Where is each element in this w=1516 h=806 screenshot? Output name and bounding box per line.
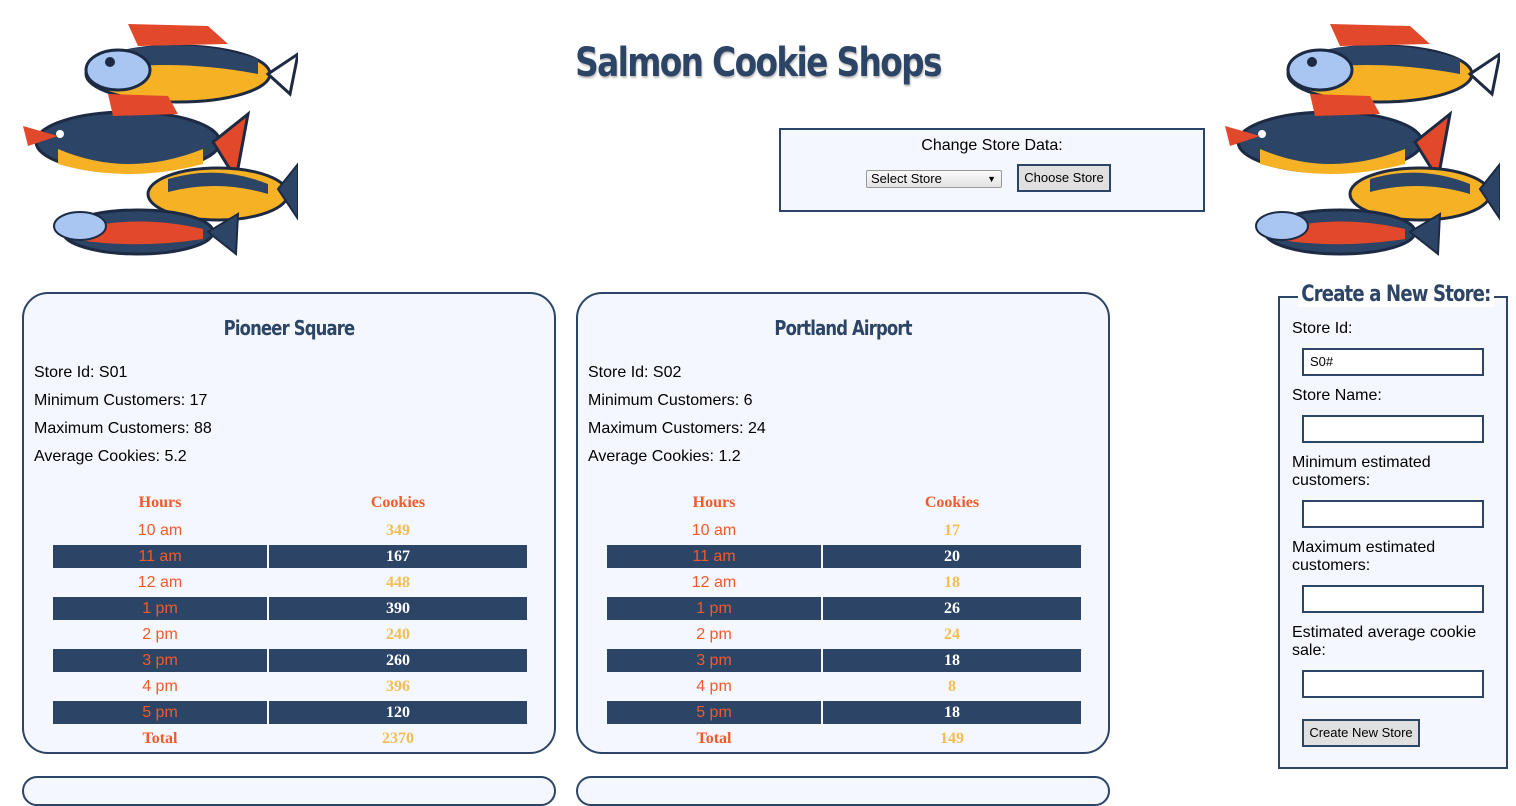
cookies-cell: 24 bbox=[944, 626, 960, 643]
store-card-partial bbox=[22, 776, 556, 806]
total-label: Total bbox=[142, 730, 178, 747]
hour-cell: 3 pm bbox=[53, 649, 267, 672]
hour-cell: 1 pm bbox=[607, 597, 821, 620]
cookies-cell: 26 bbox=[823, 597, 1081, 620]
hour-cell: 2 pm bbox=[696, 626, 732, 643]
table-row: 4 pm 396 bbox=[53, 674, 529, 700]
sales-table: Hours Cookies 10 am 349 11 am 167 12 am 448… bbox=[53, 494, 529, 752]
table-row: 12 am 18 bbox=[607, 570, 1083, 596]
cookies-cell: 167 bbox=[269, 545, 527, 568]
hour-cell: 10 am bbox=[137, 522, 183, 539]
hours-header: Hours bbox=[692, 494, 736, 511]
hour-cell: 12 am bbox=[691, 574, 737, 591]
store-name-input[interactable] bbox=[1302, 415, 1484, 443]
cookies-cell: 240 bbox=[386, 626, 410, 643]
store-id-line: Store Id: S01 bbox=[34, 364, 128, 381]
table-row: 1 pm 390 bbox=[53, 596, 529, 622]
sales-table: Hours Cookies 10 am 17 11 am 20 12 am 18 1 … bbox=[607, 494, 1083, 752]
hour-cell: 2 pm bbox=[142, 626, 178, 643]
hour-cell: 5 pm bbox=[53, 701, 267, 724]
store-id-line: Store Id: S02 bbox=[588, 364, 682, 381]
cookies-cell: 18 bbox=[944, 574, 960, 591]
max-customers-label: Maximum estimated customers: bbox=[1292, 539, 1436, 574]
cookies-cell: 396 bbox=[386, 678, 410, 695]
min-customers-line: Minimum Customers: 6 bbox=[588, 392, 753, 409]
page-title: Salmon Cookie Shops bbox=[575, 40, 942, 86]
salmon-image-right bbox=[1220, 14, 1503, 264]
change-store-label: Change Store Data: bbox=[921, 137, 1063, 154]
hour-cell: 11 am bbox=[53, 545, 267, 568]
hour-cell: 1 pm bbox=[53, 597, 267, 620]
hour-cell: 10 am bbox=[691, 522, 737, 539]
cookies-cell: 448 bbox=[386, 574, 410, 591]
total-label: Total bbox=[696, 730, 732, 747]
total-row: Total 149 bbox=[607, 726, 1083, 752]
total-row: Total 2370 bbox=[53, 726, 529, 752]
store-name: Pioneer Square bbox=[223, 316, 355, 340]
cookies-cell: 8 bbox=[948, 678, 956, 695]
min-customers-input[interactable] bbox=[1302, 500, 1484, 528]
table-row: 4 pm 8 bbox=[607, 674, 1083, 700]
store-card-portland-airport: Portland Airport Store Id: S02 Minimum C… bbox=[576, 292, 1110, 754]
hours-header: Hours bbox=[138, 494, 182, 511]
min-customers-line: Minimum Customers: 17 bbox=[34, 392, 208, 409]
table-row: 11 am 167 bbox=[53, 544, 529, 570]
cookies-cell: 260 bbox=[269, 649, 527, 672]
store-card-pioneer-square: Pioneer Square Store Id: S01 Minimum Cus… bbox=[22, 292, 556, 754]
store-card-partial bbox=[576, 776, 1110, 806]
table-row: 5 pm 18 bbox=[607, 700, 1083, 726]
avg-cookie-input[interactable] bbox=[1302, 670, 1484, 698]
max-customers-line: Maximum Customers: 24 bbox=[588, 420, 766, 437]
hour-cell: 4 pm bbox=[142, 678, 178, 695]
new-store-form: Store Id: S0# Store Name: Minimum estima… bbox=[1278, 296, 1508, 769]
choose-store-button[interactable]: Choose Store bbox=[1017, 164, 1111, 192]
cookies-header: Cookies bbox=[924, 494, 980, 511]
store-name: Portland Airport bbox=[774, 316, 912, 340]
store-name-label: Store Name: bbox=[1292, 387, 1382, 404]
hour-cell: 3 pm bbox=[607, 649, 821, 672]
total-value: 149 bbox=[940, 730, 964, 747]
table-row: 1 pm 26 bbox=[607, 596, 1083, 622]
store-id-input[interactable]: S0# bbox=[1302, 348, 1484, 376]
total-value: 2370 bbox=[382, 730, 414, 747]
cookies-cell: 18 bbox=[823, 701, 1081, 724]
avg-cookies-line: Average Cookies: 5.2 bbox=[34, 448, 187, 465]
store-select[interactable]: Select Store ▼ bbox=[866, 170, 1002, 188]
table-row: 3 pm 18 bbox=[607, 648, 1083, 674]
hour-cell: 5 pm bbox=[607, 701, 821, 724]
min-customers-label: Minimum estimated customers: bbox=[1292, 454, 1431, 489]
new-store-legend: Create a New Store: bbox=[1298, 282, 1494, 307]
table-row: 10 am 349 bbox=[53, 518, 529, 544]
cookies-cell: 20 bbox=[823, 545, 1081, 568]
store-id-label: Store Id: bbox=[1292, 320, 1353, 337]
create-store-button[interactable]: Create New Store bbox=[1302, 719, 1420, 747]
table-row: 5 pm 120 bbox=[53, 700, 529, 726]
table-row: 10 am 17 bbox=[607, 518, 1083, 544]
change-store-panel: Change Store Data: Select Store ▼ Choose… bbox=[779, 128, 1205, 212]
avg-cookie-label: Estimated average cookie sale: bbox=[1292, 624, 1477, 659]
cookies-cell: 349 bbox=[386, 522, 410, 539]
cookies-cell: 390 bbox=[269, 597, 527, 620]
cookies-header: Cookies bbox=[370, 494, 426, 511]
hour-cell: 12 am bbox=[137, 574, 183, 591]
hour-cell: 4 pm bbox=[696, 678, 732, 695]
avg-cookies-line: Average Cookies: 1.2 bbox=[588, 448, 741, 465]
table-row: 3 pm 260 bbox=[53, 648, 529, 674]
table-row: 11 am 20 bbox=[607, 544, 1083, 570]
cookies-cell: 120 bbox=[269, 701, 527, 724]
table-row: 2 pm 240 bbox=[53, 622, 529, 648]
cookies-cell: 18 bbox=[823, 649, 1081, 672]
max-customers-input[interactable] bbox=[1302, 585, 1484, 613]
store-select-value: Select Store bbox=[871, 171, 942, 186]
max-customers-line: Maximum Customers: 88 bbox=[34, 420, 212, 437]
cookies-cell: 17 bbox=[944, 522, 960, 539]
table-row: 12 am 448 bbox=[53, 570, 529, 596]
salmon-image-left bbox=[18, 14, 301, 264]
hour-cell: 11 am bbox=[607, 545, 821, 568]
table-row: 2 pm 24 bbox=[607, 622, 1083, 648]
dropdown-arrow-icon: ▼ bbox=[987, 174, 996, 184]
